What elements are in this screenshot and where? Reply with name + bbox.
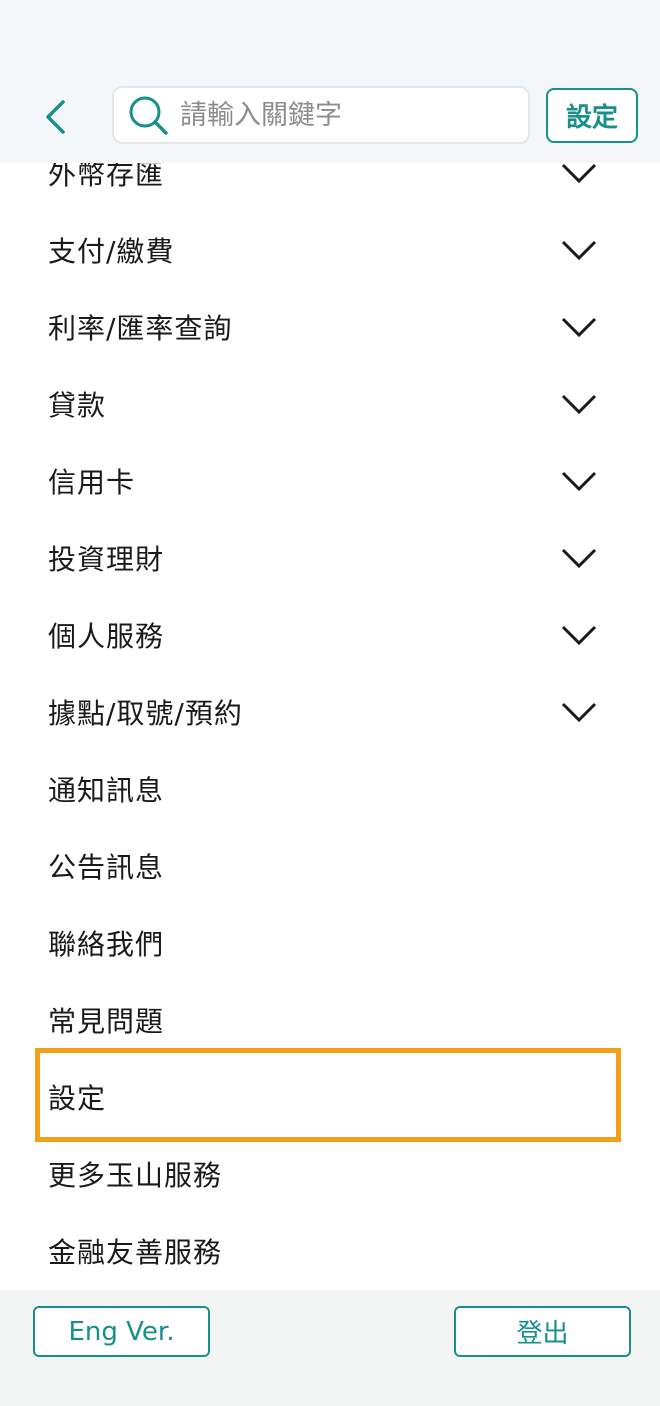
menu-item-loans[interactable]: 貸款 bbox=[0, 365, 660, 442]
menu-item-personal-services[interactable]: 個人服務 bbox=[0, 596, 660, 673]
logout-button[interactable]: 登出 bbox=[454, 1306, 631, 1357]
chevron-down-icon bbox=[561, 317, 597, 337]
menu-item-investment[interactable]: 投資理財 bbox=[0, 519, 660, 596]
chevron-down-icon bbox=[561, 702, 597, 722]
top-bar: 設定 bbox=[0, 0, 660, 163]
english-version-button[interactable]: Eng Ver. bbox=[33, 1306, 210, 1357]
chevron-down-icon bbox=[561, 548, 597, 568]
menu-item-credit-card[interactable]: 信用卡 bbox=[0, 442, 660, 519]
chevron-left-icon bbox=[46, 100, 65, 134]
search-input[interactable] bbox=[180, 99, 510, 131]
menu-item-label: 貸款 bbox=[48, 388, 107, 422]
menu-item-payment[interactable]: 支付/繳費 bbox=[0, 211, 660, 288]
menu-item-more-services[interactable]: 更多玉山服務 bbox=[0, 1135, 660, 1212]
menu-list: 外幣存匯 支付/繳費 利率/匯率查詢 貸款 信用卡 投資理財 個人服務 據點/取… bbox=[0, 0, 660, 1290]
chevron-down-icon bbox=[561, 240, 597, 260]
menu-item-rates[interactable]: 利率/匯率查詢 bbox=[0, 288, 660, 365]
menu-item-label: 金融友善服務 bbox=[48, 1235, 223, 1269]
menu-item-label: 設定 bbox=[48, 1081, 107, 1115]
search-box[interactable] bbox=[112, 86, 530, 144]
menu-item-label: 據點/取號/預約 bbox=[48, 696, 243, 730]
menu-item-label: 通知訊息 bbox=[48, 773, 165, 807]
menu-item-notifications[interactable]: 通知訊息 bbox=[0, 750, 660, 827]
menu-item-faq[interactable]: 常見問題 bbox=[0, 981, 660, 1058]
menu-item-label: 支付/繳費 bbox=[48, 234, 175, 268]
chevron-down-icon bbox=[561, 163, 597, 183]
settings-button[interactable]: 設定 bbox=[546, 88, 638, 143]
chevron-down-icon bbox=[561, 625, 597, 645]
search-icon bbox=[126, 93, 170, 137]
menu-item-label: 聯絡我們 bbox=[48, 927, 165, 961]
menu-item-branches[interactable]: 據點/取號/預約 bbox=[0, 673, 660, 750]
menu-item-friendly-services[interactable]: 金融友善服務 bbox=[0, 1212, 660, 1289]
menu-item-label: 常見問題 bbox=[48, 1004, 165, 1038]
menu-item-settings[interactable]: 設定 bbox=[0, 1058, 660, 1135]
chevron-down-icon bbox=[561, 394, 597, 414]
menu-item-label: 個人服務 bbox=[48, 619, 165, 653]
menu-item-label: 公告訊息 bbox=[48, 850, 165, 884]
menu-item-announcements[interactable]: 公告訊息 bbox=[0, 827, 660, 904]
chevron-down-icon bbox=[561, 471, 597, 491]
menu-item-label: 信用卡 bbox=[48, 465, 136, 499]
footer-bar: Eng Ver. 登出 bbox=[0, 1290, 660, 1406]
menu-item-label: 投資理財 bbox=[48, 542, 165, 576]
menu-item-label: 更多玉山服務 bbox=[48, 1158, 223, 1192]
menu-item-label: 利率/匯率查詢 bbox=[48, 311, 233, 345]
menu-item-contact-us[interactable]: 聯絡我們 bbox=[0, 904, 660, 981]
back-button[interactable] bbox=[30, 92, 80, 142]
